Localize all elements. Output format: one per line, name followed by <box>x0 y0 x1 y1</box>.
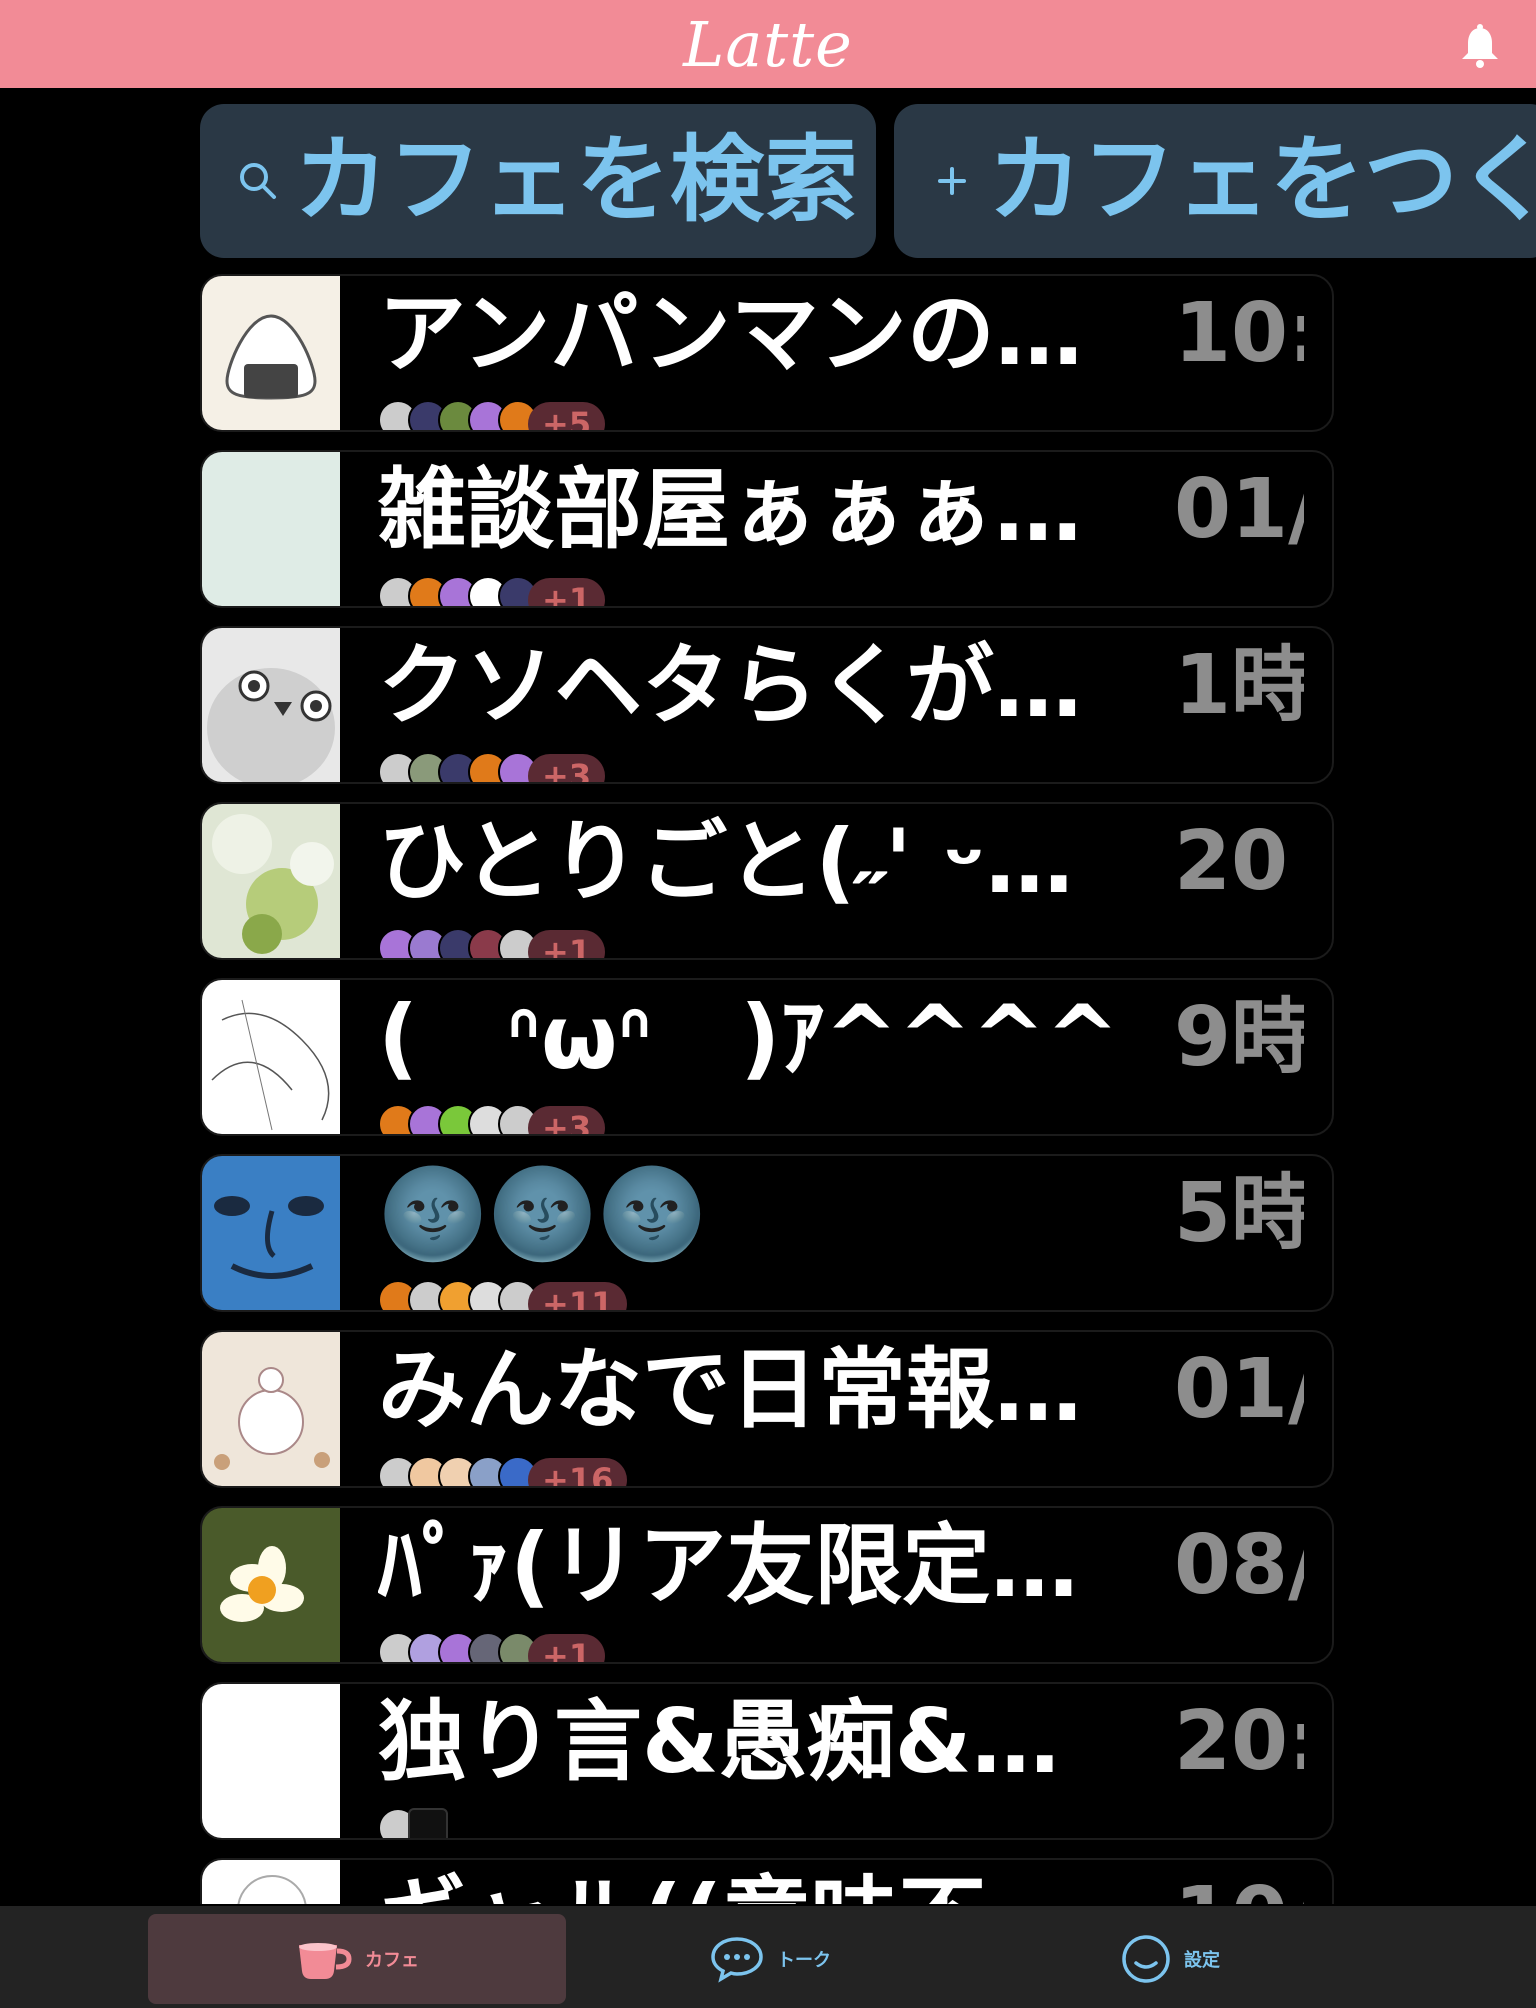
cafe-name: ひとりごと(˶' ᵕ… <box>378 810 1074 913</box>
cafe-name: クソヘタらくが… <box>378 634 1083 737</box>
cafe-row[interactable]: 雑談部屋ぁぁぁ… 01/( +1 <box>200 450 1334 608</box>
cafe-time: 20: <box>1174 1694 1304 1789</box>
cafe-thumbnail <box>202 980 340 1134</box>
cafe-row[interactable]: ( ᐢωᐢ )ｱ^^^^ 9時 +3 <box>200 978 1334 1136</box>
app-header: Latte <box>0 0 1536 88</box>
cafe-time: 08/ <box>1174 1518 1304 1613</box>
bell-icon[interactable] <box>1456 22 1504 70</box>
cafe-row[interactable]: 🌚🌚🌚 5時 +11 <box>200 1154 1334 1312</box>
cafe-row[interactable]: ﾊﾟｧ(リア友限定… 08/ +1 <box>200 1506 1334 1664</box>
cafe-name: 🌚🌚🌚 <box>378 1162 707 1265</box>
cafe-thumbnail <box>202 1508 340 1662</box>
create-cafe-button[interactable]: カフェをつく <box>894 104 1536 258</box>
smiley-face-icon <box>1122 1935 1170 1983</box>
cafe-name: みんなで日常報… <box>378 1338 1083 1441</box>
cafe-time: 01/( <box>1174 1342 1304 1437</box>
cafe-name: アンパンマンの… <box>378 282 1083 385</box>
tab-settings[interactable]: 設定 <box>1080 1914 1260 2004</box>
plus-icon <box>938 167 966 195</box>
cafe-list[interactable]: アンパンマンの… 10: +5 雑談部屋ぁぁぁ… 01/( +1 <box>200 274 1336 1904</box>
cafe-row[interactable]: ギャル((意味不… 10/ <box>200 1858 1334 1904</box>
tab-label: トーク <box>777 1950 831 1971</box>
cafe-thumbnail <box>202 804 340 958</box>
search-cafe-label: カフェを検索 <box>294 126 859 235</box>
more-members-badge: +5 <box>528 402 606 430</box>
coffee-cup-icon <box>299 1943 352 1979</box>
cafe-row[interactable]: アンパンマンの… 10: +5 <box>200 274 1334 432</box>
cafe-thumbnail <box>202 452 340 606</box>
cafe-name: ギャル((意味不… <box>378 1862 1138 1904</box>
tab-talk[interactable]: トーク <box>670 1914 870 2004</box>
more-members-badge: +3 <box>528 754 606 782</box>
avatar <box>408 1808 448 1838</box>
cafe-time: 5時 <box>1174 1166 1304 1261</box>
tab-cafe[interactable]: カフェ <box>148 1914 566 2004</box>
cafe-thumbnail <box>202 1156 340 1310</box>
cafe-thumbnail <box>202 1860 340 1904</box>
more-members-badge: +3 <box>528 1106 606 1134</box>
cafe-name: ( ᐢωᐢ )ｱ^^^^ <box>378 986 1120 1089</box>
tab-label: カフェ <box>365 1950 419 1971</box>
app-logo: Latte <box>683 8 853 81</box>
cafe-actions: カフェを検索 カフェをつく <box>0 104 1536 260</box>
cafe-time: 9時 <box>1174 990 1304 1085</box>
more-members-badge: +1 <box>528 578 606 606</box>
cafe-row[interactable]: ひとりごと(˶' ᵕ… 20 +1 <box>200 802 1334 960</box>
cafe-time: 1時 <box>1174 638 1304 733</box>
cafe-time: 20 <box>1174 814 1289 909</box>
cafe-row[interactable]: クソヘタらくが… 1時 +3 <box>200 626 1334 784</box>
chat-bubble-icon <box>711 1937 763 1983</box>
cafe-time: 10: <box>1174 286 1304 381</box>
tab-label: 設定 <box>1184 1950 1220 1971</box>
more-members-badge: +16 <box>528 1458 628 1486</box>
more-members-badge: +1 <box>528 1634 606 1662</box>
cafe-thumbnail <box>202 1684 340 1838</box>
cafe-name: ﾊﾟｧ(リア友限定… <box>378 1514 1079 1617</box>
cafe-time: 10/ <box>1174 1862 1304 1904</box>
cafe-thumbnail <box>202 1332 340 1486</box>
cafe-thumbnail <box>202 628 340 782</box>
search-icon <box>240 163 276 199</box>
create-cafe-label: カフェをつく <box>988 126 1536 235</box>
cafe-name: 雑談部屋ぁぁぁ… <box>378 458 1083 561</box>
more-members-badge: +11 <box>528 1282 628 1310</box>
more-members-badge: +1 <box>528 930 606 958</box>
bottom-tab-bar: カフェ トーク 設定 <box>0 1906 1536 2008</box>
cafe-row[interactable]: みんなで日常報… 01/( +16 <box>200 1330 1334 1488</box>
cafe-time: 01/( <box>1174 462 1304 557</box>
cafe-thumbnail <box>202 276 340 430</box>
search-cafe-button[interactable]: カフェを検索 <box>200 104 876 258</box>
cafe-row[interactable]: 独り言&愚痴&… 20: <box>200 1682 1334 1840</box>
cafe-name: 独り言&愚痴&… <box>378 1690 1060 1793</box>
